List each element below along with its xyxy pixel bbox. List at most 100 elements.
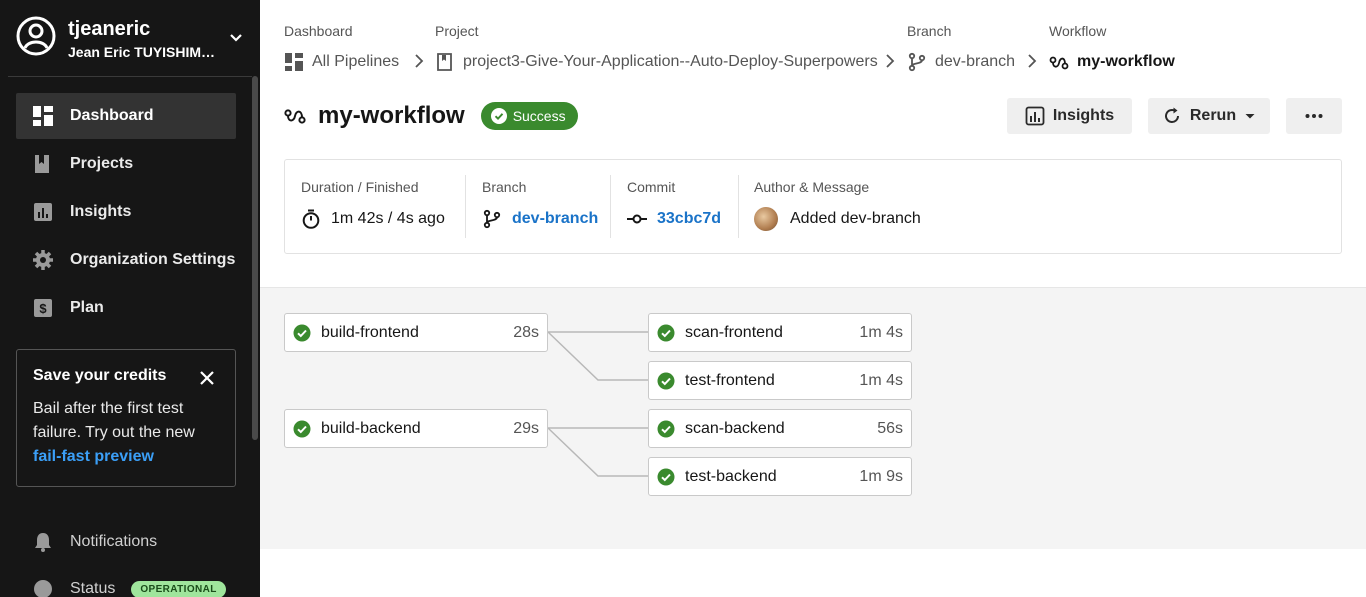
job-duration: 56s [877, 419, 903, 437]
job-duration: 28s [513, 323, 539, 341]
chevron-down-icon[interactable] [228, 30, 244, 46]
job-build-backend[interactable]: build-backend 29s [284, 409, 548, 448]
sidebar-item-dashboard[interactable]: Dashboard [16, 93, 236, 139]
insights-icon [34, 203, 52, 221]
check-circle-icon [657, 468, 675, 485]
breadcrumb-branch[interactable]: dev-branch [907, 51, 1015, 73]
caret-down-icon [1245, 114, 1255, 119]
close-icon[interactable] [199, 370, 215, 386]
gear-icon [33, 250, 53, 270]
job-test-backend[interactable]: test-backend 1m 9s [648, 457, 912, 496]
job-test-frontend[interactable]: test-frontend 1m 4s [648, 361, 912, 400]
commit-message: Added dev-branch [790, 210, 921, 227]
timer-icon [302, 209, 320, 229]
sidebar-item-projects[interactable]: Projects [16, 141, 236, 187]
job-name: test-backend [685, 467, 777, 485]
status-badge-label: Success [512, 108, 566, 124]
breadcrumb-branch-label: Branch [907, 23, 952, 39]
check-circle-icon [657, 372, 675, 389]
rerun-button[interactable]: Rerun [1148, 98, 1270, 134]
commit-label: Commit [627, 179, 676, 195]
credits-title: Save your credits [33, 367, 167, 384]
sidebar-item-label: Dashboard [70, 107, 154, 124]
credits-body: Bail after the first test failure. Try o… [33, 400, 195, 441]
sidebar-item-plan[interactable]: $ Plan [16, 285, 236, 331]
duration-value: 1m 42s / 4s ago [301, 208, 445, 230]
duration-text: 1m 42s / 4s ago [331, 210, 445, 227]
job-scan-backend[interactable]: scan-backend 56s [648, 409, 912, 448]
sidebar-item-notifications[interactable]: Notifications [32, 531, 157, 553]
more-options-button[interactable] [1286, 98, 1342, 134]
job-duration: 1m 4s [859, 371, 903, 389]
sidebar-item-label: Projects [70, 155, 134, 172]
sidebar-divider [8, 76, 252, 77]
author-message: Added dev-branch [754, 207, 921, 231]
status-badge: Success [480, 102, 578, 130]
breadcrumb-dashboard[interactable]: All Pipelines [284, 51, 399, 73]
duration-label: Duration / Finished [301, 179, 419, 195]
job-name: scan-backend [685, 419, 785, 437]
rerun-button-label: Rerun [1189, 107, 1237, 124]
workflow-graph: build-frontend 28s scan-frontend 1m 4s t… [260, 287, 1366, 549]
sidebar-item-status[interactable]: Status OPERATIONAL [32, 578, 226, 597]
page-title: my-workflow [318, 102, 465, 129]
sidebar-item-label: Notifications [70, 533, 158, 550]
commit-hash: 33cbc7d [657, 210, 722, 227]
more-icon [1305, 114, 1323, 118]
dashboard-icon [33, 106, 53, 126]
user-menu[interactable]: tjeaneric Jean Eric TUYISHIMI... [16, 16, 252, 64]
job-scan-frontend[interactable]: scan-frontend 1m 4s [648, 313, 912, 352]
insights-button[interactable]: Insights [1007, 98, 1132, 134]
breadcrumb-project[interactable]: project3-Give-Your-Application--Auto-Dep… [435, 51, 878, 73]
check-circle-icon [657, 420, 675, 437]
workflow-header: my-workflow Success [284, 98, 578, 134]
branch-text: dev-branch [512, 210, 599, 227]
job-name: scan-frontend [685, 323, 783, 341]
dollar-icon: $ [34, 299, 52, 317]
branch-link[interactable]: dev-branch [482, 208, 598, 230]
workflow-icon [284, 109, 306, 124]
project-icon [437, 53, 452, 71]
sidebar-item-label: Organization Settings [70, 251, 236, 268]
branch-label: Branch [482, 179, 527, 195]
workflow-icon [1049, 56, 1069, 70]
check-circle-icon [293, 420, 311, 437]
job-name: build-backend [321, 419, 421, 437]
main-content: Dashboard All Pipelines Project project3… [260, 0, 1366, 597]
insights-button-label: Insights [1052, 107, 1115, 124]
author-label: Author & Message [754, 179, 870, 195]
commit-link[interactable]: 33cbc7d [627, 208, 721, 230]
breadcrumb-branch-value: dev-branch [935, 53, 1016, 70]
sidebar-scrollbar[interactable] [252, 76, 258, 440]
breadcrumb-workflow[interactable]: my-workflow [1049, 51, 1175, 73]
dashboard-icon [285, 53, 303, 71]
insights-icon [1025, 106, 1045, 126]
breadcrumb-workflow-label: Workflow [1049, 23, 1107, 39]
check-circle-icon [293, 324, 311, 341]
svg-text:$: $ [39, 301, 47, 316]
branch-icon [483, 209, 501, 229]
job-name: test-frontend [685, 371, 775, 389]
job-duration: 29s [513, 419, 539, 437]
workflow-info-card: Duration / Finished 1m 42s / 4s ago Bran… [284, 159, 1342, 254]
divider [738, 175, 739, 238]
status-icon [34, 580, 52, 597]
divider [465, 175, 466, 238]
chevron-right-icon [1028, 54, 1037, 68]
rerun-icon [1164, 107, 1179, 123]
job-duration: 1m 4s [859, 323, 903, 341]
projects-icon [35, 155, 49, 173]
status-badge: OPERATIONAL [131, 580, 226, 597]
breadcrumb-project-label: Project [435, 23, 479, 39]
user-full-name: Jean Eric TUYISHIMI... [68, 44, 216, 60]
sidebar-item-organization-settings[interactable]: Organization Settings [16, 237, 236, 283]
check-circle-icon [657, 324, 675, 341]
breadcrumb-project-value: project3-Give-Your-Application--Auto-Dep… [463, 53, 878, 70]
job-name: build-frontend [321, 323, 419, 341]
job-build-frontend[interactable]: build-frontend 28s [284, 313, 548, 352]
sidebar-item-insights[interactable]: Insights [16, 189, 236, 235]
sidebar: tjeaneric Jean Eric TUYISHIMI... Dashboa… [0, 0, 260, 597]
fail-fast-preview-link[interactable]: fail-fast preview [33, 445, 219, 469]
check-circle-icon [490, 108, 507, 124]
job-duration: 1m 9s [859, 467, 903, 485]
